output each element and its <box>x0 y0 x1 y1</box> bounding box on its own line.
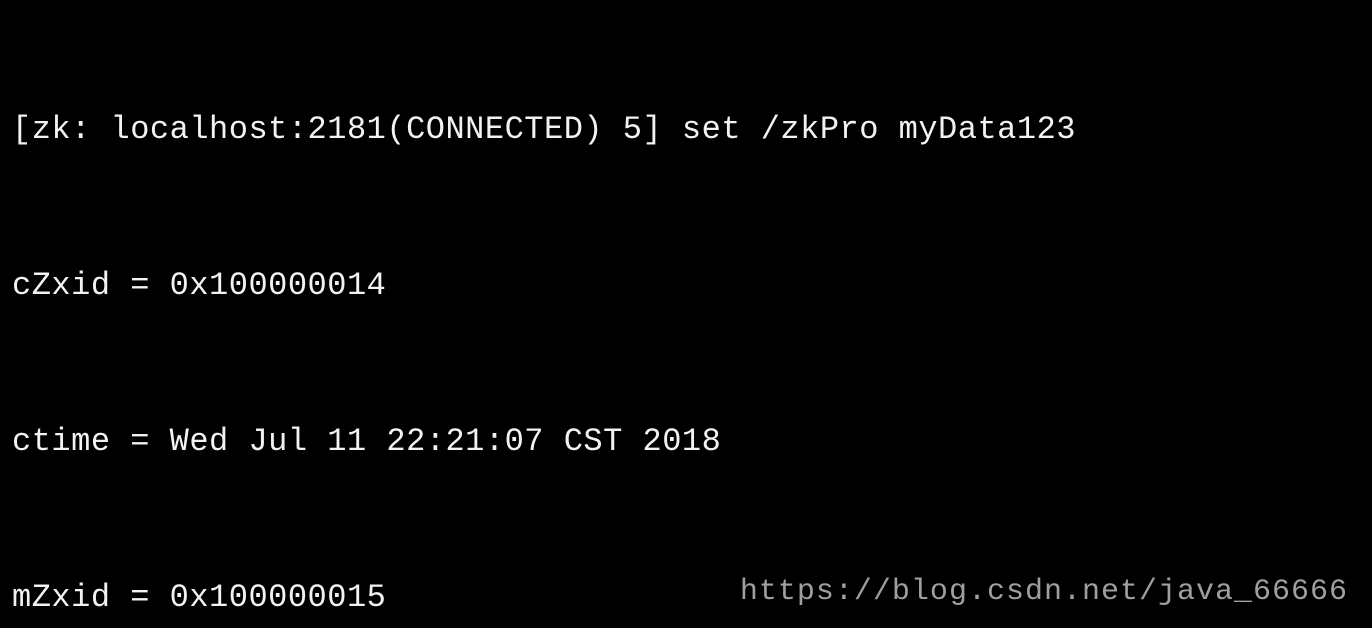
output-czxid: cZxid = 0x100000014 <box>12 260 1360 312</box>
prompt-host: localhost:2181 <box>111 111 387 148</box>
prompt-status: (CONNECTED) <box>386 111 603 148</box>
output-ctime: ctime = Wed Jul 11 22:21:07 CST 2018 <box>12 416 1360 468</box>
terminal[interactable]: [zk: localhost:2181(CONNECTED) 5] set /z… <box>0 0 1372 628</box>
prompt-prefix: [zk: <box>12 111 111 148</box>
prompt-command: set /zkPro myData123 <box>682 111 1076 148</box>
prompt-suffix: ] <box>643 111 663 148</box>
watermark-text: https://blog.csdn.net/java_66666 <box>740 566 1348 618</box>
zk-prompt-line: [zk: localhost:2181(CONNECTED) 5] set /z… <box>12 104 1360 156</box>
prompt-seq: 5 <box>623 111 643 148</box>
